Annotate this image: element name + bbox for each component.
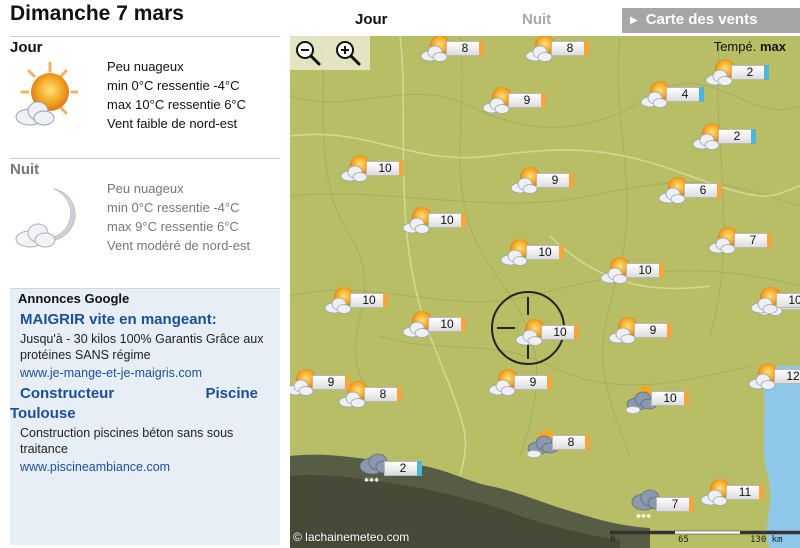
station-temperature: 9 bbox=[312, 375, 350, 390]
station-temperature: 10 bbox=[350, 293, 388, 308]
copyright: © lachainemeteo.com bbox=[293, 530, 410, 544]
temp-label-mode: max bbox=[759, 39, 786, 54]
station-temperature: 12 bbox=[774, 369, 800, 384]
station-temperature: 10 bbox=[526, 245, 564, 260]
station-temperature: 7 bbox=[734, 233, 772, 248]
station-temperature: 10 bbox=[651, 391, 689, 406]
night-summary: Peu nuageux bbox=[107, 181, 184, 196]
scale-bar: 0 65 130 km bbox=[610, 529, 800, 545]
ad-2-title-right[interactable]: Piscine bbox=[205, 385, 258, 402]
date-title: Dimanche 7 mars bbox=[10, 2, 184, 25]
night-min: min 0°C ressentie -4°C bbox=[107, 200, 240, 215]
temperature-mode-label: Tempé. max bbox=[714, 39, 786, 54]
day-max: max 10°C ressentie 6°C bbox=[107, 97, 247, 112]
station-temperature: 8 bbox=[551, 41, 589, 56]
ad-2-description: Construction piscines béton sans sous tr… bbox=[20, 426, 234, 456]
station-temperature: 9 bbox=[634, 323, 672, 338]
ad-2-url[interactable]: www.piscineambiance.com bbox=[20, 460, 170, 474]
ad-1-description: Jusqu'à - 30 kilos 100% Garantis Grâce a… bbox=[20, 332, 264, 362]
day-details: Peu nuageux min 0°C ressentie -4°C max 1… bbox=[107, 57, 246, 133]
scale-max: 130 km bbox=[750, 535, 783, 545]
station-temperature: 8 bbox=[446, 41, 484, 56]
day-wind: Vent faible de nord-est bbox=[107, 116, 238, 131]
station-temperature: 4 bbox=[666, 87, 704, 102]
station-temperature: 11 bbox=[726, 485, 764, 500]
station-temperature: 7 bbox=[656, 497, 694, 512]
station-temperature: 2 bbox=[731, 65, 769, 80]
svg-text:✱✱✱: ✱✱✱ bbox=[364, 477, 379, 484]
zoom-in-icon[interactable] bbox=[334, 39, 362, 67]
night-max: max 9°C ressentie 6°C bbox=[107, 219, 239, 234]
station-temperature: 2 bbox=[384, 461, 422, 476]
station-temperature: 10 bbox=[428, 317, 466, 332]
station-temperature: 9 bbox=[508, 93, 546, 108]
night-forecast: Nuit Peu nuageux min 0°C ressentie -4°C … bbox=[10, 158, 280, 278]
zoom-out-icon[interactable] bbox=[294, 39, 322, 67]
zoom-controls bbox=[290, 36, 370, 70]
day-min: min 0°C ressentie -4°C bbox=[107, 78, 240, 93]
scale-zero: 0 bbox=[610, 535, 616, 545]
night-details: Peu nuageux min 0°C ressentie -4°C max 9… bbox=[107, 179, 250, 255]
google-ads-box: Annonces Google MAIGRIR vite en mangeant… bbox=[10, 288, 280, 545]
station-temperature: 8 bbox=[552, 435, 590, 450]
day-summary: Peu nuageux bbox=[107, 59, 184, 74]
forecast-panel: Dimanche 7 mars Jour Peu nuageux min 0°C… bbox=[0, 0, 290, 548]
svg-text:✱✱✱: ✱✱✱ bbox=[636, 513, 651, 520]
play-arrow-icon: ▶ bbox=[630, 15, 638, 26]
station-temperature: 10 bbox=[428, 213, 466, 228]
station-temperature: 10 bbox=[626, 263, 664, 278]
station-temperature: 8 bbox=[364, 387, 402, 402]
station-temperature: 10 bbox=[776, 293, 800, 308]
station-temperature: 9 bbox=[536, 173, 574, 188]
wind-map-button[interactable]: ▶ Carte des vents bbox=[622, 8, 800, 33]
ads-header: Annonces Google bbox=[18, 291, 130, 306]
tab-nuit[interactable]: Nuit bbox=[522, 11, 551, 28]
sun-cloud-icon bbox=[15, 61, 78, 126]
day-label: Jour bbox=[10, 39, 43, 56]
station-temperature: 2 bbox=[718, 129, 756, 144]
station-temperature: 10 bbox=[366, 161, 404, 176]
day-forecast: Jour Peu nuageux min 0°C ressentie -4°C … bbox=[10, 36, 280, 156]
weather-map[interactable]: Tempé. max 88249210961010710101101091098… bbox=[290, 36, 800, 548]
night-label: Nuit bbox=[10, 161, 40, 178]
ad-1-url[interactable]: www.je-mange-et-je-maigris.com bbox=[20, 366, 202, 380]
night-wind: Vent modéré de nord-est bbox=[107, 238, 251, 253]
moon-cloud-icon bbox=[15, 188, 76, 248]
station-temperature: 9 bbox=[514, 375, 552, 390]
ad-1-title[interactable]: MAIGRIR vite en mangeant: bbox=[20, 311, 217, 328]
scale-mid: 65 bbox=[678, 535, 689, 545]
tab-jour[interactable]: Jour bbox=[355, 11, 388, 28]
ad-2-title-line2[interactable]: Toulouse bbox=[10, 405, 76, 422]
station-temperature: 10 bbox=[541, 325, 579, 340]
temp-label-prefix: Tempé. bbox=[713, 39, 757, 54]
ad-2-title-left[interactable]: Constructeur bbox=[20, 385, 114, 402]
station-temperature: 6 bbox=[684, 183, 722, 198]
wind-map-label: Carte des vents bbox=[645, 11, 758, 28]
